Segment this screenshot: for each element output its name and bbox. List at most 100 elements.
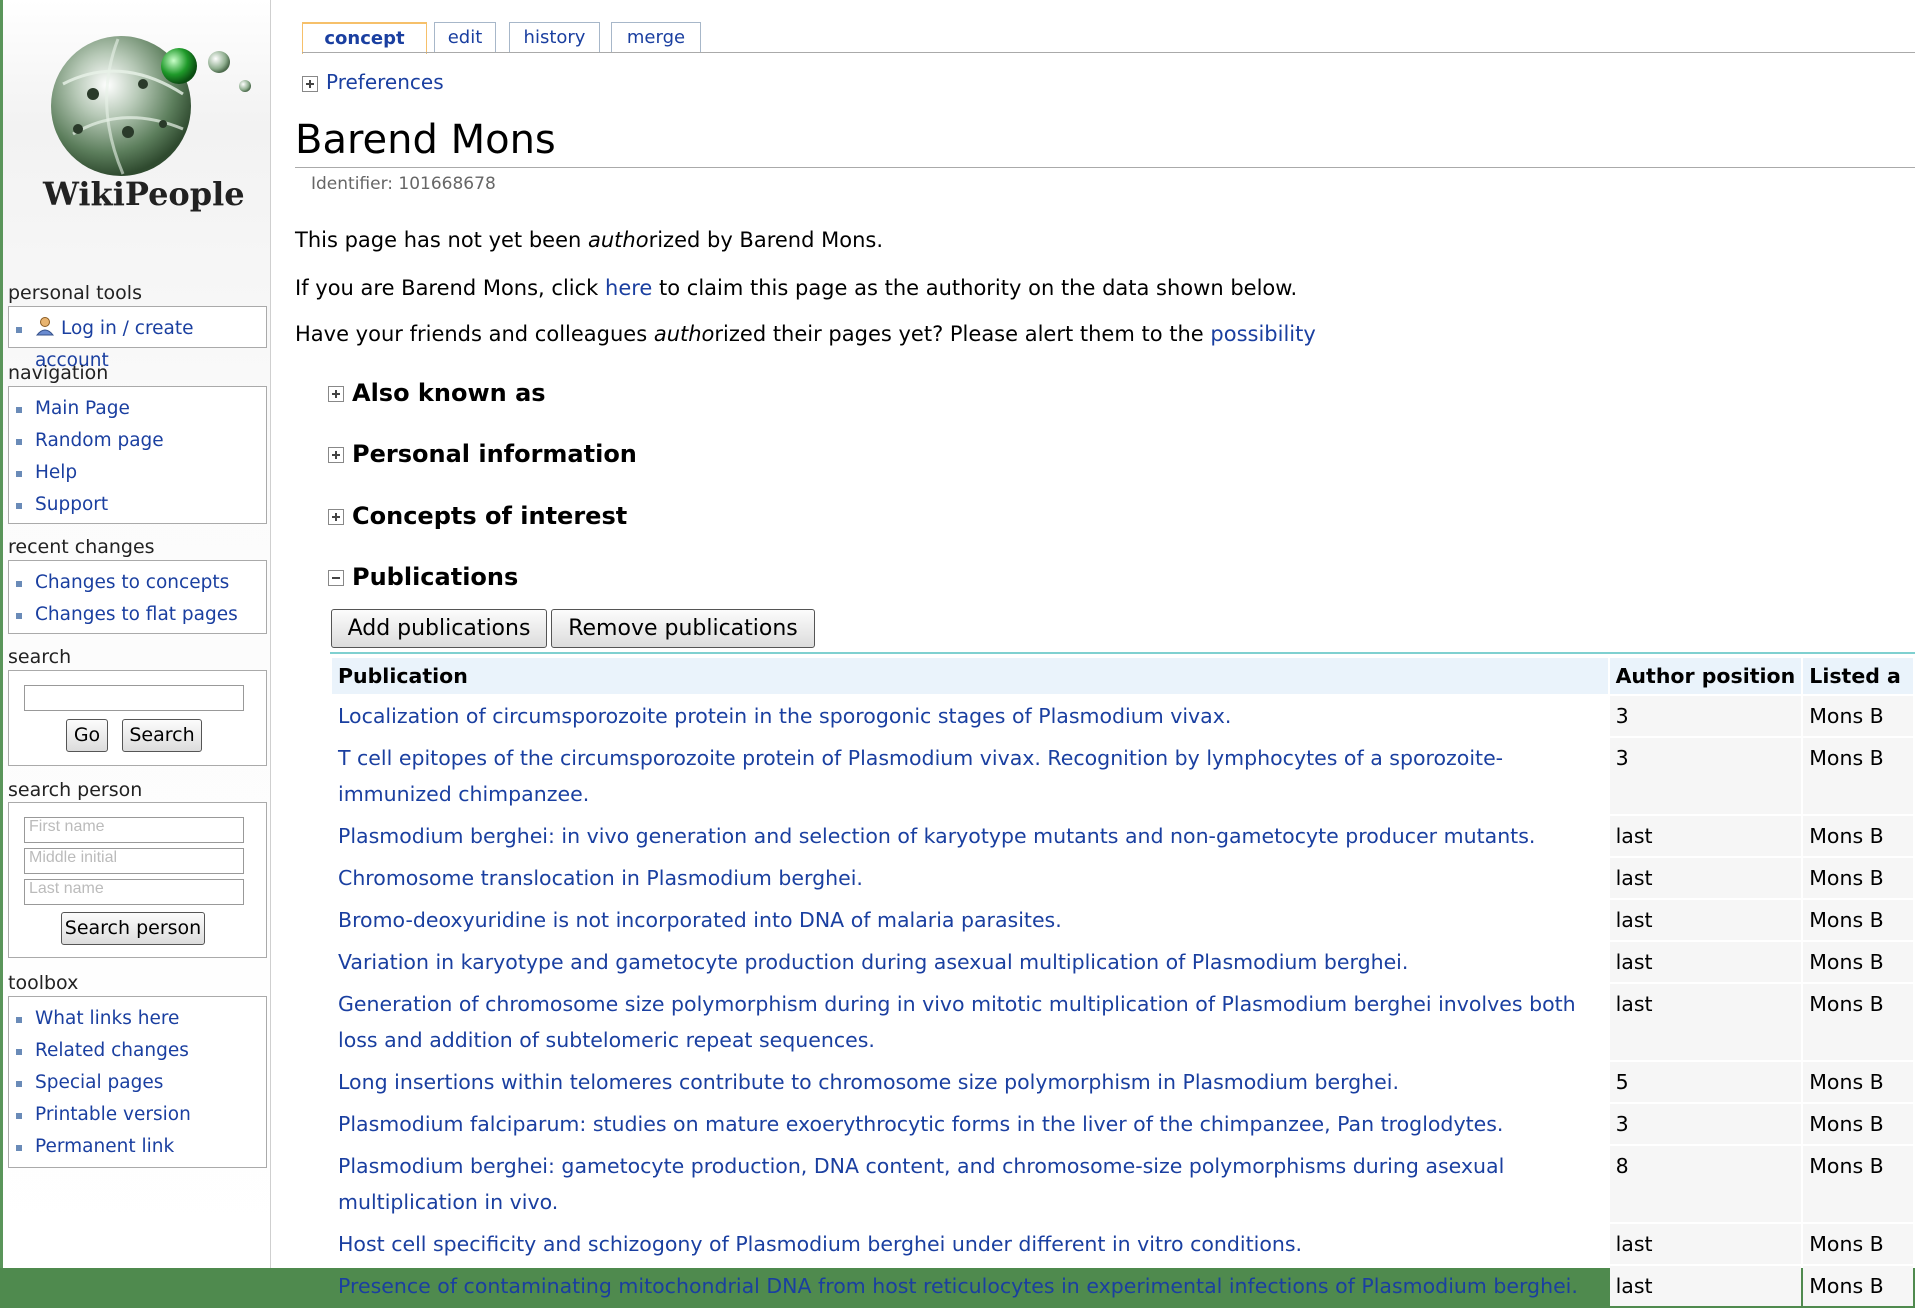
changes-to-concepts[interactable]: Changes to concepts xyxy=(13,567,266,599)
window-frame: WikiPeople personal tools Log in / creat… xyxy=(0,0,1915,1306)
author-position-cell: last xyxy=(1609,1224,1802,1264)
section-label: Publications xyxy=(352,563,519,591)
publication-title-link[interactable]: Plasmodium berghei: gametocyte productio… xyxy=(332,1146,1608,1222)
author-position-cell: 3 xyxy=(1609,1104,1802,1144)
special-pages[interactable]: Special pages xyxy=(13,1067,266,1099)
table-row: Plasmodium berghei: gametocyte productio… xyxy=(332,1146,1913,1222)
collapse-icon xyxy=(328,570,344,586)
remove-publications-button[interactable]: Remove publications xyxy=(551,609,815,648)
user-icon xyxy=(35,315,55,336)
listed-as-cell: Mons B xyxy=(1803,1062,1913,1102)
nav-support-link[interactable]: Support xyxy=(35,494,108,515)
author-position-cell: last xyxy=(1609,858,1802,898)
tab-history[interactable]: history xyxy=(509,22,600,53)
tab-divider xyxy=(302,52,1915,53)
search-input[interactable] xyxy=(24,685,244,711)
section-publications[interactable]: Publications xyxy=(328,563,518,591)
tab-concept[interactable]: concept xyxy=(302,22,427,54)
permanent-link[interactable]: Permanent link xyxy=(13,1131,266,1163)
what-links-here[interactable]: What links here xyxy=(13,1003,266,1035)
changes-to-flat-pages[interactable]: Changes to flat pages xyxy=(13,599,266,631)
first-name-field[interactable]: First name xyxy=(24,817,244,843)
search-title: search xyxy=(8,646,72,668)
tab-merge[interactable]: merge xyxy=(611,22,701,53)
publication-title-link[interactable]: Presence of contaminating mitochondrial … xyxy=(332,1266,1608,1306)
alert-friends-notice: Have your friends and colleagues authori… xyxy=(295,322,1316,346)
notice-emphasis: autho xyxy=(588,228,649,252)
printable-version-link[interactable]: Printable version xyxy=(35,1104,191,1125)
publication-title-link[interactable]: Long insertions within telomeres contrib… xyxy=(332,1062,1608,1102)
section-concepts-of-interest[interactable]: Concepts of interest xyxy=(328,502,627,530)
publication-title-link[interactable]: Plasmodium falciparum: studies on mature… xyxy=(332,1104,1608,1144)
changes-to-concepts-link[interactable]: Changes to concepts xyxy=(35,572,229,593)
listed-as-cell: Mons B xyxy=(1803,1266,1913,1306)
table-row: Host cell specificity and schizogony of … xyxy=(332,1224,1913,1264)
table-row: Chromosome translocation in Plasmodium b… xyxy=(332,858,1913,898)
nav-random-page-link[interactable]: Random page xyxy=(35,430,164,451)
publication-title-link[interactable]: Generation of chromosome size polymorphi… xyxy=(332,984,1608,1060)
nav-random-page[interactable]: Random page xyxy=(13,425,266,457)
publication-title-link[interactable]: Variation in karyotype and gametocyte pr… xyxy=(332,942,1608,982)
table-row: Presence of contaminating mitochondrial … xyxy=(332,1266,1913,1306)
publication-title-link[interactable]: Localization of circumsporozoite protein… xyxy=(332,696,1608,736)
listed-as-cell: Mons B xyxy=(1803,900,1913,940)
navigation-title: navigation xyxy=(8,362,109,384)
toolbox-title: toolbox xyxy=(8,972,79,994)
header-author-position[interactable]: Author position xyxy=(1609,658,1802,694)
section-personal-information[interactable]: Personal information xyxy=(328,440,637,468)
author-position-cell: 5 xyxy=(1609,1062,1802,1102)
possibility-link[interactable]: possibility xyxy=(1210,322,1315,346)
authorization-notice: This page has not yet been authorized by… xyxy=(295,228,883,252)
nav-help-link[interactable]: Help xyxy=(35,462,77,483)
section-label: Personal information xyxy=(352,440,637,468)
personal-tools-box: Log in / create account xyxy=(8,306,267,371)
related-changes-link[interactable]: Related changes xyxy=(35,1040,189,1061)
publication-title-link[interactable]: Chromosome translocation in Plasmodium b… xyxy=(332,858,1608,898)
related-changes[interactable]: Related changes xyxy=(13,1035,266,1067)
page-title: Barend Mons xyxy=(295,117,556,163)
author-position-cell: 8 xyxy=(1609,1146,1802,1222)
search-person-button[interactable]: Search person xyxy=(61,912,205,945)
middle-initial-field[interactable]: Middle initial xyxy=(24,848,244,874)
claim-notice: If you are Barend Mons, click here to cl… xyxy=(295,276,1297,300)
table-row: Bromo-deoxyuridine is not incorporated i… xyxy=(332,900,1913,940)
table-row: Localization of circumsporozoite protein… xyxy=(332,696,1913,736)
nav-support[interactable]: Support xyxy=(13,489,266,521)
search-button[interactable]: Search xyxy=(122,719,202,752)
author-position-cell: last xyxy=(1609,984,1802,1060)
header-publication[interactable]: Publication xyxy=(332,658,1608,694)
nav-main-page[interactable]: Main Page xyxy=(13,393,266,425)
claim-here-link[interactable]: here xyxy=(605,276,652,300)
section-also-known-as[interactable]: Also known as xyxy=(328,379,546,407)
expand-icon xyxy=(328,509,344,525)
add-publications-button[interactable]: Add publications xyxy=(331,609,547,648)
publication-title-link[interactable]: Bromo-deoxyuridine is not incorporated i… xyxy=(332,900,1608,940)
last-name-field[interactable]: Last name xyxy=(24,879,244,905)
what-links-here-link[interactable]: What links here xyxy=(35,1008,179,1029)
preferences-toggle[interactable]: Preferences xyxy=(302,70,444,94)
publication-title-link[interactable]: T cell epitopes of the circumsporozoite … xyxy=(332,738,1608,814)
nav-main-page-link[interactable]: Main Page xyxy=(35,398,130,419)
changes-to-flat-pages-link[interactable]: Changes to flat pages xyxy=(35,604,238,625)
recent-changes-title: recent changes xyxy=(8,536,155,558)
author-position-cell: last xyxy=(1609,816,1802,856)
navigation-box: Main Page Random page Help Support xyxy=(8,386,267,524)
publication-title-link[interactable]: Host cell specificity and schizogony of … xyxy=(332,1224,1608,1264)
printable-version[interactable]: Printable version xyxy=(13,1099,266,1131)
publication-title-link[interactable]: Plasmodium berghei: in vivo generation a… xyxy=(332,816,1608,856)
identifier-text: Identifier: 101668678 xyxy=(311,174,496,194)
table-row: Long insertions within telomeres contrib… xyxy=(332,1062,1913,1102)
claim-text-b: to claim this page as the authority on t… xyxy=(652,276,1298,300)
search-person-title: search person xyxy=(8,779,143,801)
special-pages-link[interactable]: Special pages xyxy=(35,1072,163,1093)
listed-as-cell: Mons B xyxy=(1803,696,1913,736)
go-button[interactable]: Go xyxy=(66,719,108,752)
header-listed-as[interactable]: Listed a xyxy=(1803,658,1913,694)
table-top-border xyxy=(330,652,1915,654)
expand-icon xyxy=(328,447,344,463)
tab-edit[interactable]: edit xyxy=(434,22,496,53)
listed-as-cell: Mons B xyxy=(1803,816,1913,856)
permanent-link-link[interactable]: Permanent link xyxy=(35,1136,174,1157)
nav-help[interactable]: Help xyxy=(13,457,266,489)
alert-emphasis: autho xyxy=(653,322,715,346)
